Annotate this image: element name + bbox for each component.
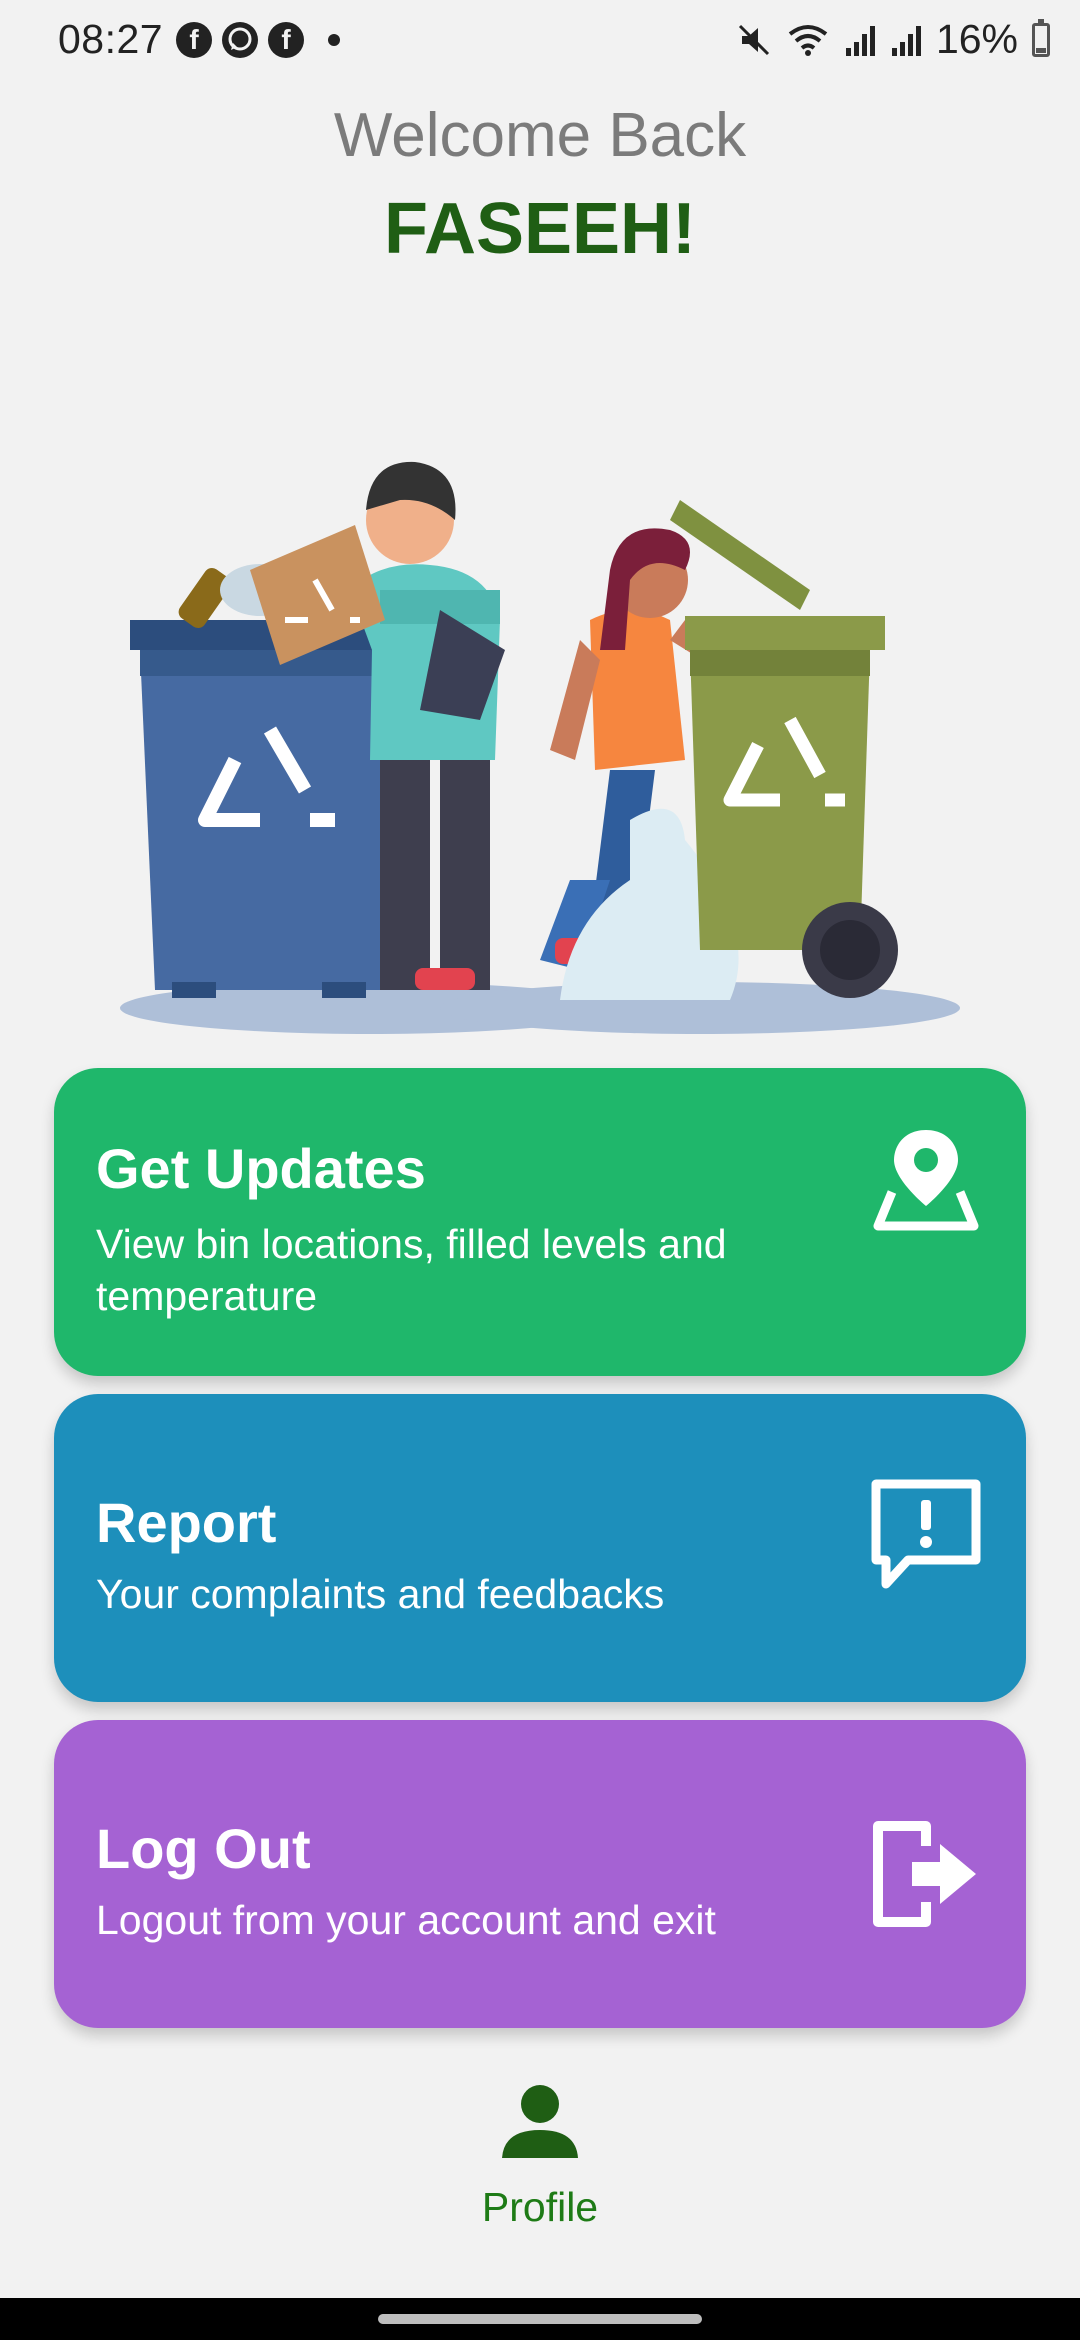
get-updates-card[interactable]: Get Updates View bin locations, filled l…	[54, 1068, 1026, 1376]
more-notifications-dot	[328, 34, 340, 46]
logout-card[interactable]: Log Out Logout from your account and exi…	[54, 1720, 1026, 2028]
battery-level: 16%	[935, 16, 1018, 62]
mute-icon	[738, 24, 769, 55]
location-pin-icon	[873, 1130, 979, 1231]
facebook-icon: f	[176, 22, 212, 58]
logout-title: Log Out	[96, 1817, 311, 1880]
report-message-icon	[871, 1479, 981, 1589]
get-updates-subtitle: View bin locations, filled levels and te…	[96, 1221, 727, 1319]
status-time: 08:27	[58, 16, 164, 62]
welcome-text: Welcome Back	[333, 101, 747, 170]
logout-subtitle: Logout from your account and exit	[96, 1897, 716, 1943]
logout-icon	[873, 1821, 976, 1927]
nav-profile-label: Profile	[481, 2184, 599, 2230]
username-heading: FASEEH!	[383, 189, 697, 269]
report-title: Report	[96, 1491, 277, 1554]
get-updates-title: Get Updates	[96, 1137, 426, 1200]
report-subtitle: Your complaints and feedbacks	[96, 1571, 665, 1617]
status-bar: 08:27 f f 16%	[0, 0, 1080, 80]
system-icons: 16%	[736, 16, 1050, 63]
home-gesture-handle[interactable]	[378, 2314, 702, 2324]
notification-icons: f f	[176, 22, 340, 58]
signal-icon	[845, 25, 875, 56]
person-icon	[502, 2085, 578, 2158]
facebook-icon: f	[268, 22, 304, 58]
recycling-illustration	[120, 461, 960, 1034]
battery-icon	[1032, 18, 1050, 57]
report-card[interactable]: Report Your complaints and feedbacks	[54, 1394, 1026, 1702]
signal-icon	[891, 25, 921, 56]
whatsapp-icon	[222, 22, 258, 58]
wifi-icon	[788, 24, 828, 56]
